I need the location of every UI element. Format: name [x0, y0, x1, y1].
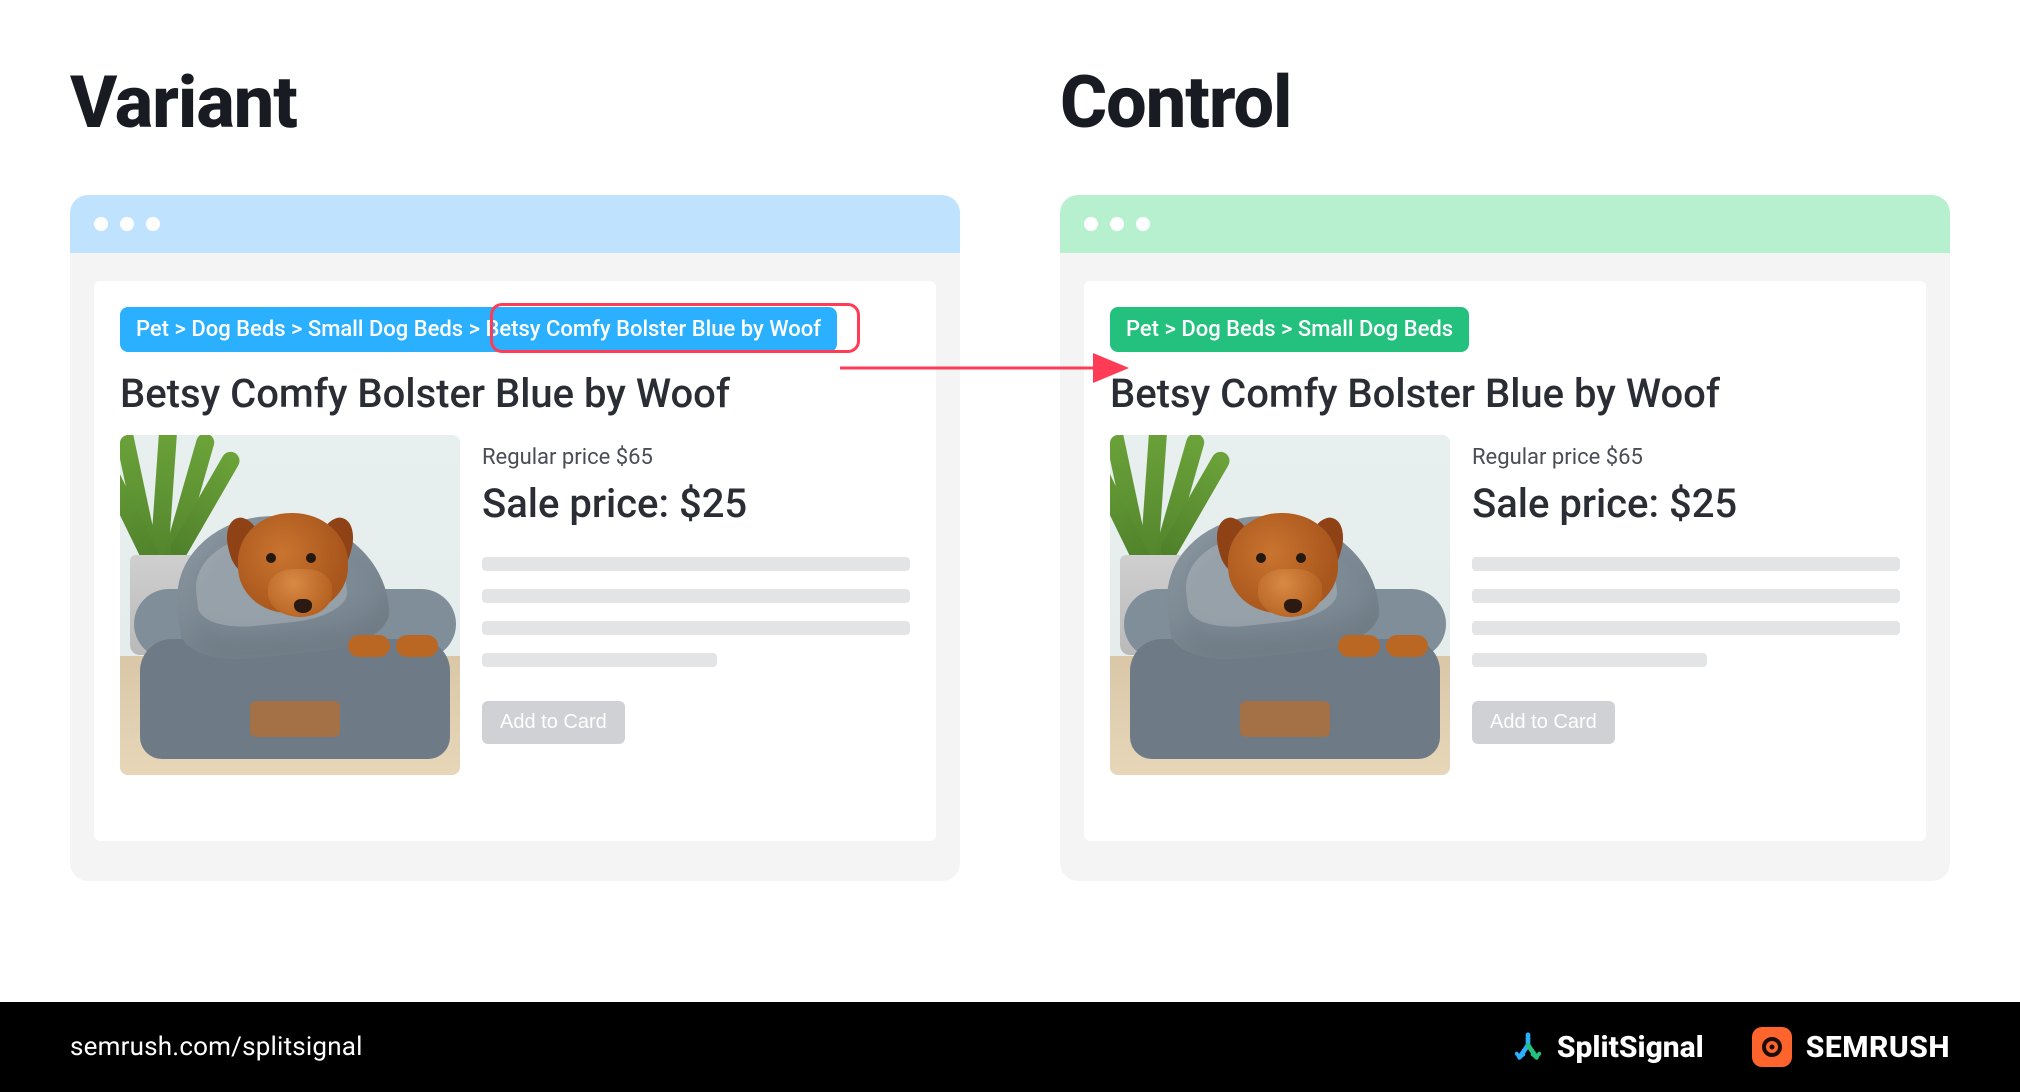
text-line-placeholder	[482, 621, 910, 635]
dog-icon	[1218, 513, 1368, 643]
variant-product-image	[120, 435, 460, 775]
window-dot-icon	[120, 217, 134, 231]
splitsignal-label: SplitSignal	[1557, 1030, 1704, 1065]
control-page: Pet > Dog Beds > Small Dog Beds Betsy Co…	[1084, 281, 1926, 841]
footer-brands: SplitSignal SEMRUSH	[1513, 1027, 1950, 1067]
text-line-placeholder	[1472, 589, 1900, 603]
splitsignal-icon	[1513, 1032, 1543, 1062]
window-dot-icon	[1136, 217, 1150, 231]
text-line-placeholder	[482, 653, 717, 667]
footer-bar: semrush.com/splitsignal SplitSignal	[0, 1002, 2020, 1092]
control-add-to-cart-button[interactable]: Add to Card	[1472, 701, 1615, 744]
variant-page: Pet > Dog Beds > Small Dog Beds > Betsy …	[94, 281, 936, 841]
splitsignal-logo: SplitSignal	[1513, 1030, 1704, 1065]
control-product-details: Regular price $65 Sale price: $25 Add to…	[1472, 435, 1900, 744]
variant-browser-body: Pet > Dog Beds > Small Dog Beds > Betsy …	[70, 253, 960, 881]
control-regular-price: Regular price $65	[1472, 445, 1900, 470]
variant-add-to-cart-button[interactable]: Add to Card	[482, 701, 625, 744]
semrush-icon	[1752, 1027, 1792, 1067]
text-line-placeholder	[482, 557, 910, 571]
control-panel: Control Pet > Dog Beds > Small Dog Beds …	[1060, 60, 1950, 881]
control-product-row: Regular price $65 Sale price: $25 Add to…	[1110, 435, 1900, 775]
control-browser-topbar	[1060, 195, 1950, 253]
semrush-logo: SEMRUSH	[1752, 1027, 1950, 1067]
window-dot-icon	[94, 217, 108, 231]
window-dot-icon	[1110, 217, 1124, 231]
text-line-placeholder	[1472, 653, 1707, 667]
variant-browser-topbar	[70, 195, 960, 253]
variant-sale-price: Sale price: $25	[482, 480, 910, 527]
control-product-image	[1110, 435, 1450, 775]
text-line-placeholder	[1472, 557, 1900, 571]
variant-browser-window: Pet > Dog Beds > Small Dog Beds > Betsy …	[70, 195, 960, 881]
dog-bed-photo	[120, 435, 460, 775]
variant-product-row: Regular price $65 Sale price: $25 Add to…	[120, 435, 910, 775]
variant-product-details: Regular price $65 Sale price: $25 Add to…	[482, 435, 910, 744]
dog-bed-photo	[1110, 435, 1450, 775]
control-browser-window: Pet > Dog Beds > Small Dog Beds Betsy Co…	[1060, 195, 1950, 881]
text-line-placeholder	[1472, 621, 1900, 635]
description-placeholder	[1472, 557, 1900, 667]
control-browser-body: Pet > Dog Beds > Small Dog Beds Betsy Co…	[1060, 253, 1950, 881]
description-placeholder	[482, 557, 910, 667]
text-line-placeholder	[482, 589, 910, 603]
window-dot-icon	[1084, 217, 1098, 231]
control-sale-price: Sale price: $25	[1472, 480, 1900, 527]
control-product-title: Betsy Comfy Bolster Blue by Woof	[1110, 370, 1900, 417]
variant-heading: Variant	[70, 60, 960, 145]
semrush-label: SEMRUSH	[1806, 1030, 1950, 1065]
variant-product-title: Betsy Comfy Bolster Blue by Woof	[120, 370, 910, 417]
variant-regular-price: Regular price $65	[482, 445, 910, 470]
window-dot-icon	[146, 217, 160, 231]
variant-panel: Variant Pet > Dog Beds > Small Dog Beds …	[70, 60, 960, 881]
control-breadcrumb[interactable]: Pet > Dog Beds > Small Dog Beds	[1110, 307, 1469, 352]
footer-url: semrush.com/splitsignal	[70, 1032, 363, 1062]
variant-breadcrumb[interactable]: Pet > Dog Beds > Small Dog Beds > Betsy …	[120, 307, 837, 352]
dog-icon	[228, 513, 378, 643]
variant-breadcrumb-wrap: Pet > Dog Beds > Small Dog Beds > Betsy …	[120, 307, 837, 352]
control-heading: Control	[1060, 60, 1950, 145]
